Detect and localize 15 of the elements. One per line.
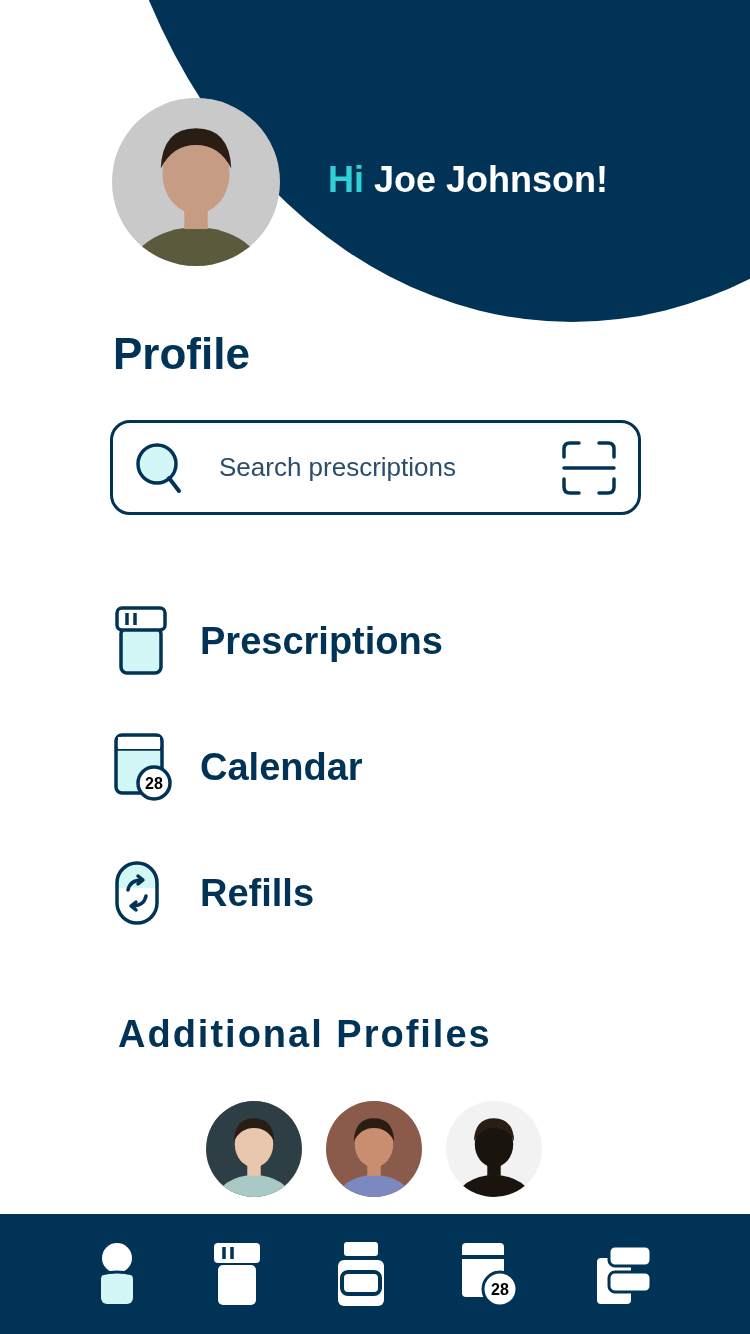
scan-icon[interactable]	[562, 440, 616, 495]
page-title: Profile	[112, 332, 251, 376]
menu-link[interactable]: Refills	[200, 864, 315, 922]
jar-icon[interactable]	[213, 1243, 260, 1305]
refresh-pill-icon	[114, 860, 162, 926]
stack-icon[interactable]	[596, 1244, 651, 1304]
jar-icon	[114, 606, 168, 676]
menu-link[interactable]: Calendar	[200, 738, 363, 796]
search-field[interactable]: Search prescriptions	[110, 420, 641, 515]
section-title: Additional Profiles	[117, 1015, 493, 1053]
menu-link[interactable]: Prescriptions	[200, 612, 443, 670]
search-input[interactable]: Search prescriptions	[219, 448, 562, 487]
bottle-icon[interactable]	[337, 1242, 384, 1306]
greeting: Hi Joe Johnson!	[328, 158, 609, 202]
person-icon[interactable]	[99, 1243, 136, 1305]
